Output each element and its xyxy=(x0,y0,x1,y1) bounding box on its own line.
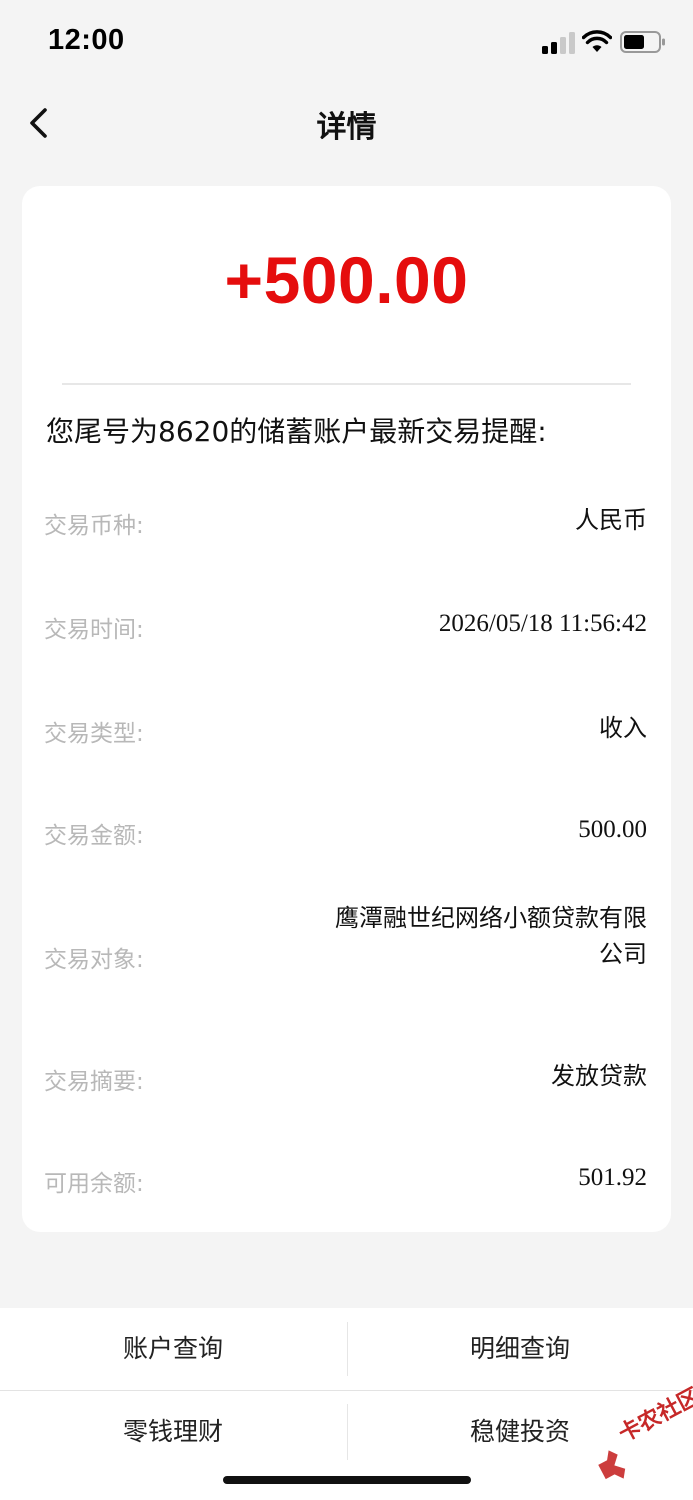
row-value: 2026/05/18 11:56:42 xyxy=(438,610,647,637)
change-finance-button[interactable]: 零钱理财 xyxy=(0,1391,346,1473)
account-query-button[interactable]: 账户查询 xyxy=(0,1308,346,1390)
row-value-line2: 公司 xyxy=(599,940,647,968)
page-title: 详情 xyxy=(316,110,377,145)
home-indicator xyxy=(223,1476,471,1484)
row-label: 交易时间: xyxy=(44,617,144,643)
wifi-icon xyxy=(582,30,612,52)
row-label: 可用余额: xyxy=(44,1171,144,1197)
row-value: 收入 xyxy=(599,714,647,742)
row-label: 交易对象: xyxy=(44,947,144,973)
divider xyxy=(62,383,631,385)
signal-icon xyxy=(542,32,575,54)
transaction-detail-card: +500.00 您尾号为8620的储蓄账户最新交易提醒: 交易币种: 人民币 交… xyxy=(22,186,671,1232)
row-value-line1: 鹰潭融世纪网络小额贷款有限 xyxy=(335,904,647,932)
row-label: 交易金额: xyxy=(44,823,144,849)
row-label: 交易类型: xyxy=(44,721,144,747)
transaction-amount: +500.00 xyxy=(224,243,469,317)
detail-query-button[interactable]: 明细查询 xyxy=(347,1308,693,1390)
row-value: 501.92 xyxy=(578,1164,647,1191)
battery-icon xyxy=(620,31,665,53)
nav-bar: 详情 xyxy=(0,84,693,164)
transaction-notice: 您尾号为8620的储蓄账户最新交易提醒: xyxy=(46,415,547,448)
row-label: 交易摘要: xyxy=(44,1069,144,1095)
row-value: 人民币 xyxy=(575,506,647,534)
row-label: 交易币种: xyxy=(44,513,144,539)
divider xyxy=(347,1322,348,1376)
row-value: 500.00 xyxy=(578,816,647,843)
row-value: 发放贷款 xyxy=(551,1062,647,1090)
status-time: 12:00 xyxy=(48,24,125,56)
status-bar: 12:00 xyxy=(0,0,693,84)
divider xyxy=(347,1404,348,1460)
